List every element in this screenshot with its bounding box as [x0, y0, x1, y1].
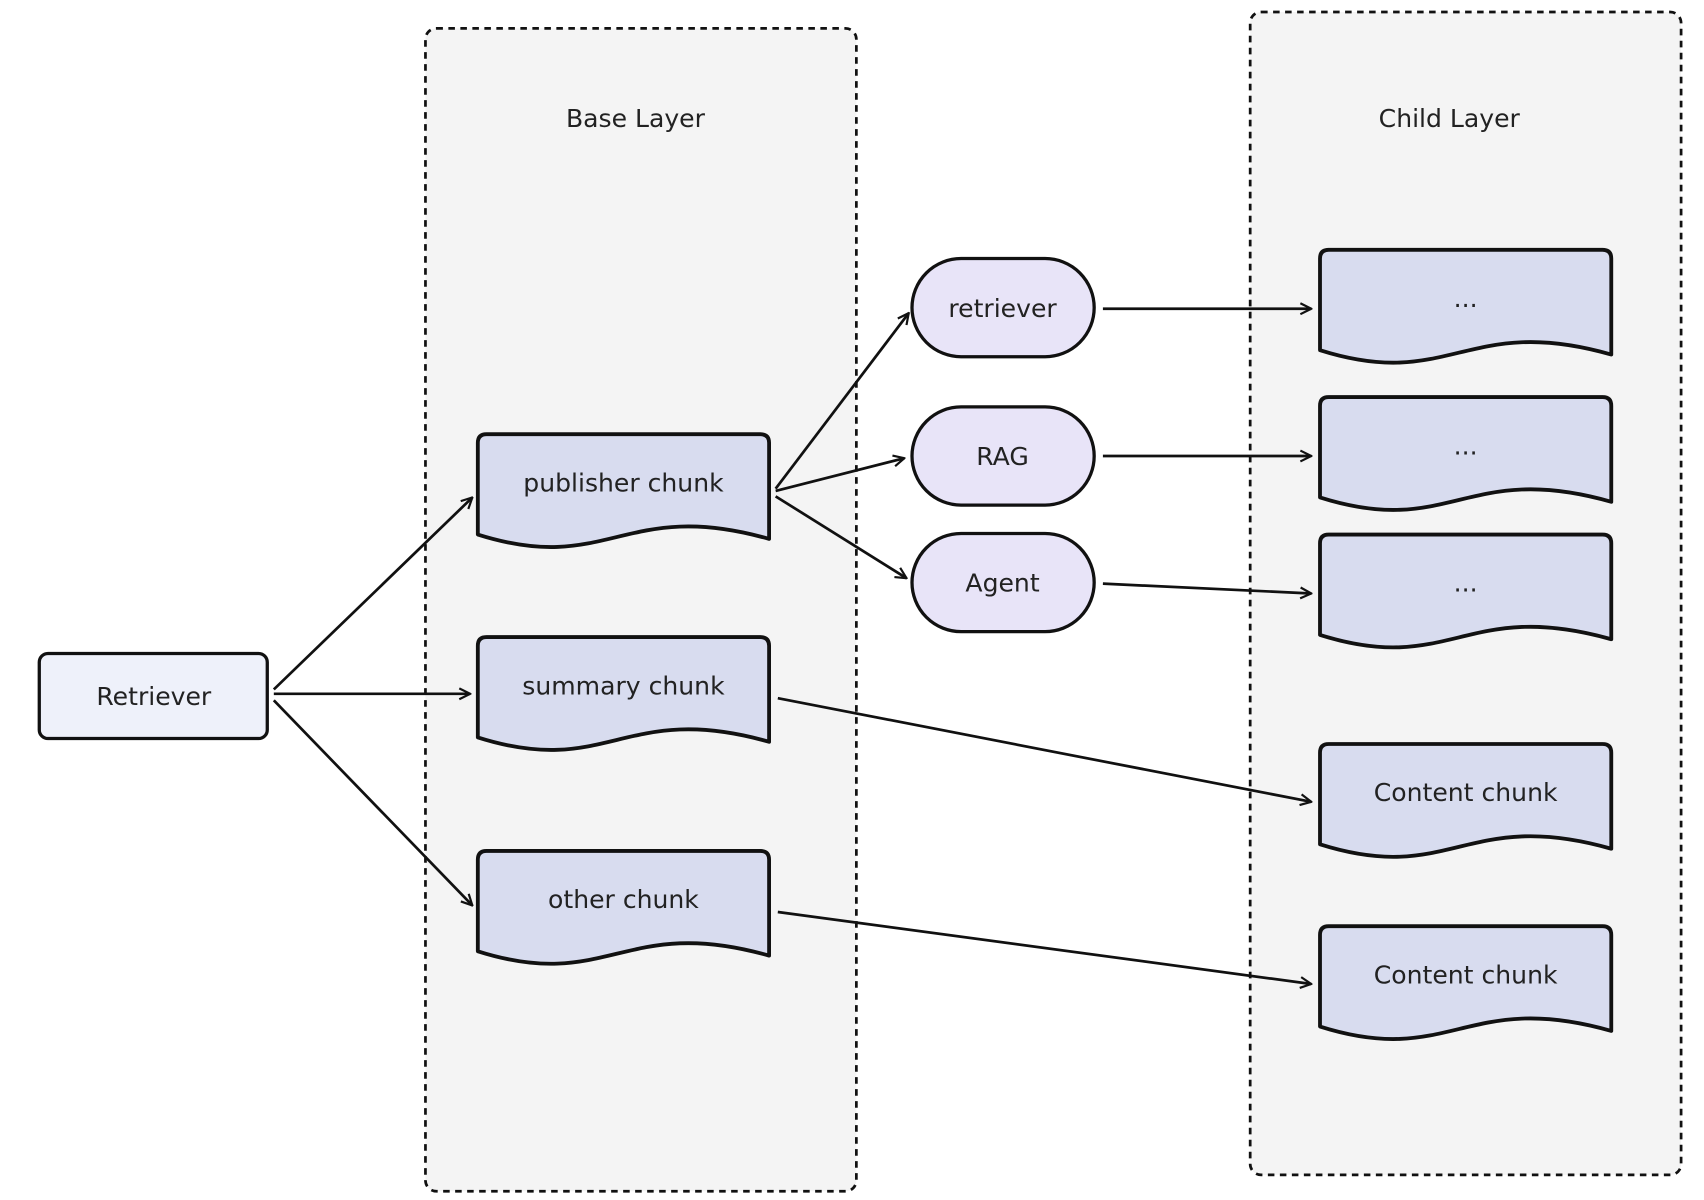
edge-arrow-10	[777, 696, 1311, 802]
retriever-node[interactable]: retriever	[910, 256, 1096, 359]
publisher-chunk-node[interactable]: publisher chunk	[475, 432, 771, 549]
child-node-3[interactable]: ...	[1318, 532, 1614, 650]
base-layer-title: Base Layer	[566, 104, 706, 133]
retriever-root-label: Retriever	[96, 682, 212, 711]
other-chunk-node[interactable]: other chunk	[475, 848, 771, 966]
agent-node-label: Agent	[965, 569, 1039, 598]
retriever-node-label: retriever	[948, 294, 1057, 323]
other-chunk-node-label: other chunk	[548, 885, 699, 914]
child-node-1-label: ...	[1454, 284, 1478, 313]
content-chunk-node-2[interactable]: Content chunk	[1318, 924, 1614, 1041]
publisher-chunk-node-label: publisher chunk	[523, 468, 724, 497]
child-node-3-label: ...	[1454, 569, 1478, 598]
agent-node[interactable]: Agent	[910, 531, 1096, 634]
summary-chunk-node-label: summary chunk	[522, 671, 725, 700]
base-layer-container: Base Layer	[424, 27, 858, 1193]
retriever-root-node[interactable]: Retriever	[37, 651, 269, 741]
rag-node[interactable]: RAG	[910, 405, 1096, 507]
content-chunk-node-1-label: Content chunk	[1374, 778, 1558, 807]
child-node-1[interactable]: ...	[1318, 247, 1614, 365]
summary-chunk-node[interactable]: summary chunk	[475, 635, 771, 752]
diagram: Base Layer Child Layer publisher chunk sum…	[37, 10, 1683, 1193]
rag-node-label: RAG	[976, 442, 1029, 471]
diagram-canvas: Base Layer Child Layer publisher chunk sum…	[0, 0, 1704, 1200]
child-node-2[interactable]: ...	[1318, 395, 1614, 512]
child-node-2-label: ...	[1454, 431, 1478, 460]
content-chunk-node-2-label: Content chunk	[1374, 960, 1558, 989]
edge-arrow-11	[777, 910, 1311, 984]
child-layer-title: Child Layer	[1379, 104, 1521, 133]
content-chunk-node-1[interactable]: Content chunk	[1318, 742, 1614, 859]
